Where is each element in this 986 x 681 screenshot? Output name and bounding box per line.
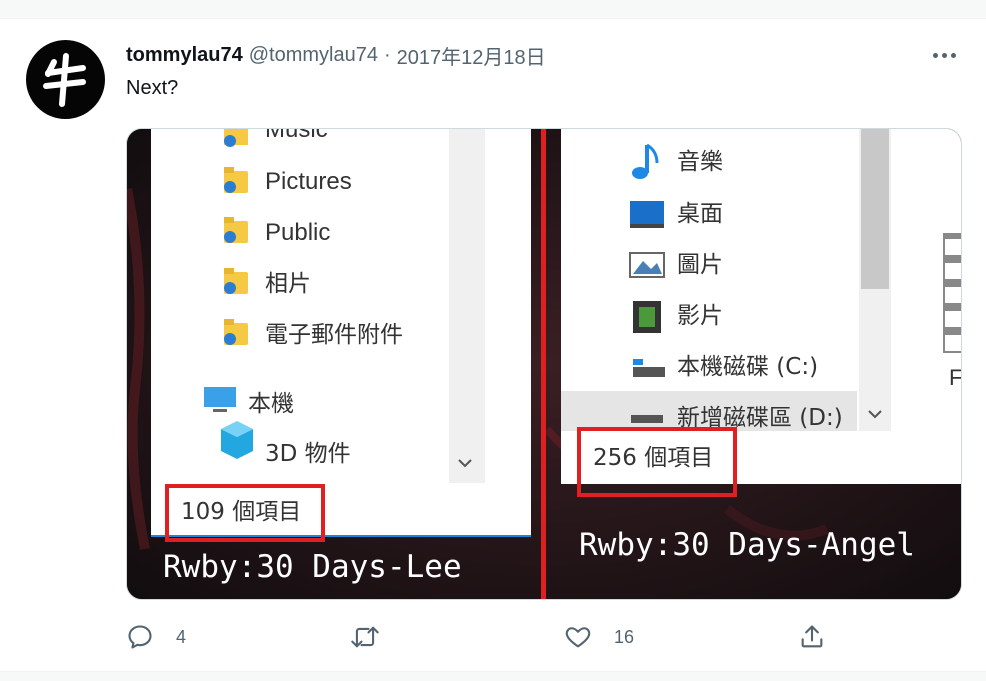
tweet-card[interactable]: tommylau74 @tommylau74 · 2017年12月18日 Nex… — [0, 19, 986, 671]
avatar[interactable] — [26, 40, 105, 119]
reply-count: 4 — [176, 626, 187, 647]
left-item-this-pc: 本機 — [248, 391, 294, 417]
left-item-pictures: Pictures — [265, 168, 352, 195]
right-edge-letter: F — [949, 365, 961, 390]
right-item-music: 音樂 — [677, 149, 723, 175]
tweet-media-image[interactable]: Music Pictures Public 相片 電子郵件附件 本機 3D 物件… — [126, 128, 962, 600]
left-item-public: Public — [265, 219, 330, 246]
left-item-email-attachments: 電子郵件附件 — [265, 322, 403, 348]
left-item-photos: 相片 — [265, 271, 311, 297]
more-horizontal-icon — [932, 52, 938, 58]
like-icon — [565, 627, 591, 648]
tweet-text: Next? — [126, 77, 179, 99]
right-item-drive-c: 本機磁碟 (C:) — [677, 354, 818, 380]
top-divider — [0, 0, 986, 19]
right-item-videos: 影片 — [677, 303, 723, 329]
separator-dot: · — [383, 43, 391, 66]
user-handle[interactable]: @tommylau74 — [249, 44, 378, 67]
right-item-desktop: 桌面 — [677, 201, 723, 227]
right-item-pictures: 圖片 — [677, 252, 723, 278]
reply-icon — [128, 625, 152, 649]
3d-objects-icon — [221, 421, 253, 459]
right-status-count: 256 個項目 — [593, 445, 713, 471]
share-button[interactable] — [798, 617, 826, 657]
retweet-icon — [351, 626, 379, 648]
display-name[interactable]: tommylau74 — [126, 44, 243, 67]
left-item-music: Music — [265, 129, 328, 143]
reply-button[interactable]: 4 — [126, 617, 186, 657]
left-status-count: 109 個項目 — [181, 499, 301, 525]
right-caption: Rwby:30 Days-Angel — [579, 527, 915, 563]
retweet-button[interactable] — [350, 617, 402, 657]
like-button[interactable]: 16 — [564, 617, 634, 657]
tweet-date[interactable]: 2017年12月18日 — [397, 41, 546, 70]
pictures-icon — [629, 252, 665, 278]
like-count: 16 — [614, 626, 635, 647]
tweet-actions: 4 16 — [126, 617, 960, 657]
center-divider — [541, 129, 546, 599]
left-caption: Rwby:30 Days-Lee — [163, 549, 462, 585]
left-item-3d-objects: 3D 物件 — [265, 441, 351, 467]
more-options-button[interactable] — [924, 41, 964, 69]
film-icon — [633, 301, 661, 333]
tweet-header: tommylau74 @tommylau74 · 2017年12月18日 — [126, 41, 546, 69]
share-icon — [801, 625, 823, 648]
desktop-icon — [630, 201, 664, 228]
media-screenshot: Music Pictures Public 相片 電子郵件附件 本機 3D 物件… — [127, 129, 961, 599]
avatar-logo-icon — [43, 53, 86, 107]
